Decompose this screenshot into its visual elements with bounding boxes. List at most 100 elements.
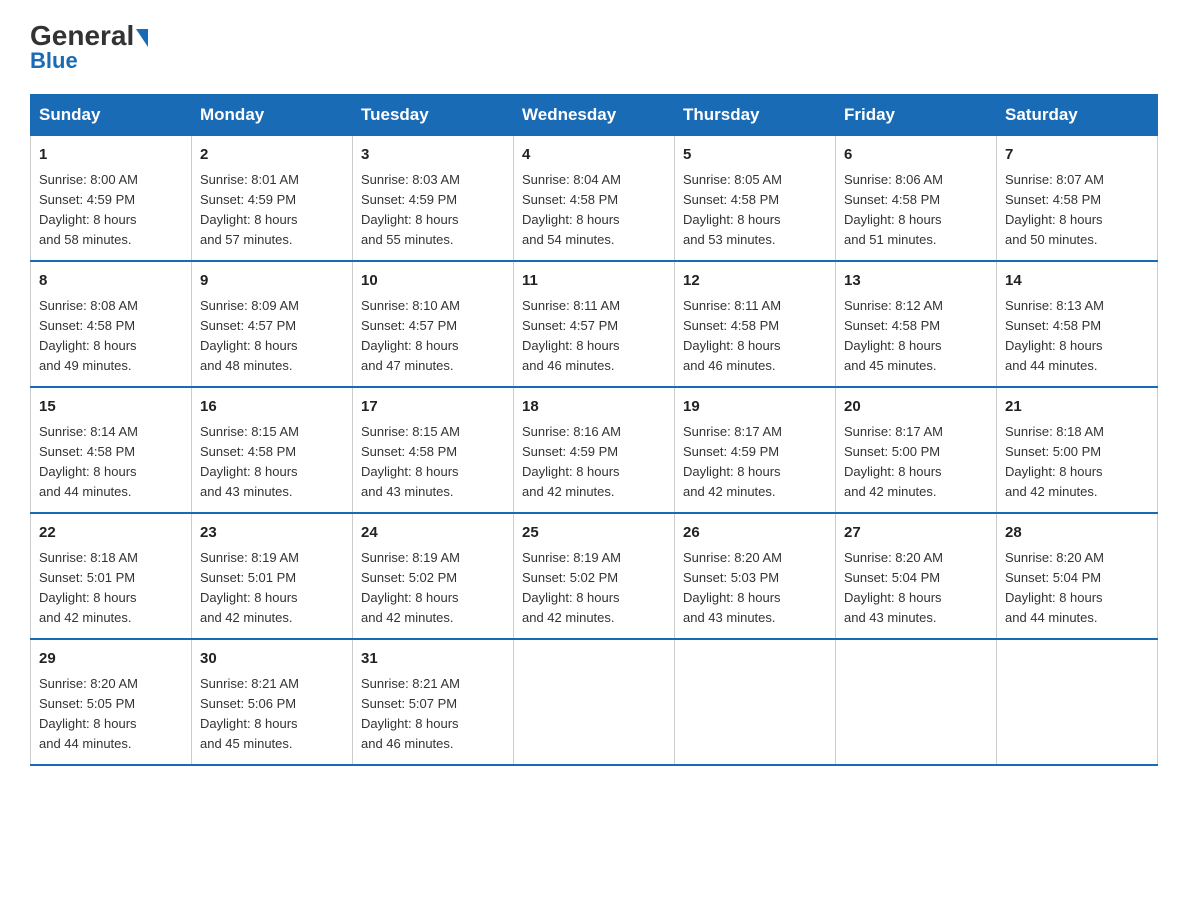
day-number: 22 xyxy=(39,522,183,545)
day-info: Sunrise: 8:00 AMSunset: 4:59 PMDaylight:… xyxy=(39,170,183,251)
day-number: 21 xyxy=(1005,396,1149,419)
day-info: Sunrise: 8:10 AMSunset: 4:57 PMDaylight:… xyxy=(361,296,505,377)
header-tuesday: Tuesday xyxy=(353,95,514,136)
day-cell: 28 Sunrise: 8:20 AMSunset: 5:04 PMDaylig… xyxy=(997,513,1158,639)
day-number: 16 xyxy=(200,396,344,419)
day-number: 15 xyxy=(39,396,183,419)
week-row-4: 22 Sunrise: 8:18 AMSunset: 5:01 PMDaylig… xyxy=(31,513,1158,639)
day-cell: 30 Sunrise: 8:21 AMSunset: 5:06 PMDaylig… xyxy=(192,639,353,765)
header-thursday: Thursday xyxy=(675,95,836,136)
day-number: 20 xyxy=(844,396,988,419)
header-wednesday: Wednesday xyxy=(514,95,675,136)
day-number: 29 xyxy=(39,648,183,671)
day-number: 9 xyxy=(200,270,344,293)
day-number: 24 xyxy=(361,522,505,545)
week-row-5: 29 Sunrise: 8:20 AMSunset: 5:05 PMDaylig… xyxy=(31,639,1158,765)
day-cell: 9 Sunrise: 8:09 AMSunset: 4:57 PMDayligh… xyxy=(192,261,353,387)
day-info: Sunrise: 8:21 AMSunset: 5:07 PMDaylight:… xyxy=(361,674,505,755)
day-cell: 17 Sunrise: 8:15 AMSunset: 4:58 PMDaylig… xyxy=(353,387,514,513)
day-info: Sunrise: 8:05 AMSunset: 4:58 PMDaylight:… xyxy=(683,170,827,251)
day-info: Sunrise: 8:20 AMSunset: 5:05 PMDaylight:… xyxy=(39,674,183,755)
day-cell: 2 Sunrise: 8:01 AMSunset: 4:59 PMDayligh… xyxy=(192,136,353,262)
calendar-table: SundayMondayTuesdayWednesdayThursdayFrid… xyxy=(30,94,1158,766)
day-cell: 5 Sunrise: 8:05 AMSunset: 4:58 PMDayligh… xyxy=(675,136,836,262)
day-number: 5 xyxy=(683,144,827,167)
day-number: 18 xyxy=(522,396,666,419)
week-row-3: 15 Sunrise: 8:14 AMSunset: 4:58 PMDaylig… xyxy=(31,387,1158,513)
day-cell: 6 Sunrise: 8:06 AMSunset: 4:58 PMDayligh… xyxy=(836,136,997,262)
day-info: Sunrise: 8:18 AMSunset: 5:01 PMDaylight:… xyxy=(39,548,183,629)
day-cell: 4 Sunrise: 8:04 AMSunset: 4:58 PMDayligh… xyxy=(514,136,675,262)
calendar-header-row: SundayMondayTuesdayWednesdayThursdayFrid… xyxy=(31,95,1158,136)
day-info: Sunrise: 8:19 AMSunset: 5:02 PMDaylight:… xyxy=(361,548,505,629)
day-info: Sunrise: 8:20 AMSunset: 5:03 PMDaylight:… xyxy=(683,548,827,629)
day-cell: 1 Sunrise: 8:00 AMSunset: 4:59 PMDayligh… xyxy=(31,136,192,262)
day-info: Sunrise: 8:11 AMSunset: 4:57 PMDaylight:… xyxy=(522,296,666,377)
day-number: 12 xyxy=(683,270,827,293)
day-info: Sunrise: 8:19 AMSunset: 5:02 PMDaylight:… xyxy=(522,548,666,629)
day-cell: 19 Sunrise: 8:17 AMSunset: 4:59 PMDaylig… xyxy=(675,387,836,513)
day-cell: 26 Sunrise: 8:20 AMSunset: 5:03 PMDaylig… xyxy=(675,513,836,639)
day-cell: 18 Sunrise: 8:16 AMSunset: 4:59 PMDaylig… xyxy=(514,387,675,513)
day-info: Sunrise: 8:17 AMSunset: 4:59 PMDaylight:… xyxy=(683,422,827,503)
day-info: Sunrise: 8:15 AMSunset: 4:58 PMDaylight:… xyxy=(200,422,344,503)
day-cell: 12 Sunrise: 8:11 AMSunset: 4:58 PMDaylig… xyxy=(675,261,836,387)
header-saturday: Saturday xyxy=(997,95,1158,136)
day-number: 23 xyxy=(200,522,344,545)
day-number: 31 xyxy=(361,648,505,671)
day-number: 11 xyxy=(522,270,666,293)
day-number: 7 xyxy=(1005,144,1149,167)
day-info: Sunrise: 8:15 AMSunset: 4:58 PMDaylight:… xyxy=(361,422,505,503)
day-cell: 24 Sunrise: 8:19 AMSunset: 5:02 PMDaylig… xyxy=(353,513,514,639)
day-number: 19 xyxy=(683,396,827,419)
day-number: 4 xyxy=(522,144,666,167)
day-cell: 13 Sunrise: 8:12 AMSunset: 4:58 PMDaylig… xyxy=(836,261,997,387)
day-cell: 31 Sunrise: 8:21 AMSunset: 5:07 PMDaylig… xyxy=(353,639,514,765)
day-number: 25 xyxy=(522,522,666,545)
day-info: Sunrise: 8:21 AMSunset: 5:06 PMDaylight:… xyxy=(200,674,344,755)
page-header: General Blue xyxy=(30,20,1158,74)
day-info: Sunrise: 8:07 AMSunset: 4:58 PMDaylight:… xyxy=(1005,170,1149,251)
day-number: 13 xyxy=(844,270,988,293)
day-info: Sunrise: 8:19 AMSunset: 5:01 PMDaylight:… xyxy=(200,548,344,629)
day-cell xyxy=(675,639,836,765)
day-info: Sunrise: 8:01 AMSunset: 4:59 PMDaylight:… xyxy=(200,170,344,251)
header-friday: Friday xyxy=(836,95,997,136)
day-cell: 8 Sunrise: 8:08 AMSunset: 4:58 PMDayligh… xyxy=(31,261,192,387)
day-info: Sunrise: 8:03 AMSunset: 4:59 PMDaylight:… xyxy=(361,170,505,251)
day-number: 6 xyxy=(844,144,988,167)
day-info: Sunrise: 8:06 AMSunset: 4:58 PMDaylight:… xyxy=(844,170,988,251)
day-cell: 20 Sunrise: 8:17 AMSunset: 5:00 PMDaylig… xyxy=(836,387,997,513)
day-info: Sunrise: 8:11 AMSunset: 4:58 PMDaylight:… xyxy=(683,296,827,377)
day-cell xyxy=(997,639,1158,765)
week-row-2: 8 Sunrise: 8:08 AMSunset: 4:58 PMDayligh… xyxy=(31,261,1158,387)
day-cell: 7 Sunrise: 8:07 AMSunset: 4:58 PMDayligh… xyxy=(997,136,1158,262)
day-info: Sunrise: 8:20 AMSunset: 5:04 PMDaylight:… xyxy=(1005,548,1149,629)
week-row-1: 1 Sunrise: 8:00 AMSunset: 4:59 PMDayligh… xyxy=(31,136,1158,262)
day-info: Sunrise: 8:17 AMSunset: 5:00 PMDaylight:… xyxy=(844,422,988,503)
day-cell: 15 Sunrise: 8:14 AMSunset: 4:58 PMDaylig… xyxy=(31,387,192,513)
day-info: Sunrise: 8:09 AMSunset: 4:57 PMDaylight:… xyxy=(200,296,344,377)
day-number: 8 xyxy=(39,270,183,293)
day-number: 27 xyxy=(844,522,988,545)
day-cell: 25 Sunrise: 8:19 AMSunset: 5:02 PMDaylig… xyxy=(514,513,675,639)
header-monday: Monday xyxy=(192,95,353,136)
day-info: Sunrise: 8:13 AMSunset: 4:58 PMDaylight:… xyxy=(1005,296,1149,377)
day-cell: 14 Sunrise: 8:13 AMSunset: 4:58 PMDaylig… xyxy=(997,261,1158,387)
day-info: Sunrise: 8:18 AMSunset: 5:00 PMDaylight:… xyxy=(1005,422,1149,503)
logo-blue-text: Blue xyxy=(30,48,78,74)
day-cell: 27 Sunrise: 8:20 AMSunset: 5:04 PMDaylig… xyxy=(836,513,997,639)
day-info: Sunrise: 8:14 AMSunset: 4:58 PMDaylight:… xyxy=(39,422,183,503)
day-number: 14 xyxy=(1005,270,1149,293)
day-cell: 29 Sunrise: 8:20 AMSunset: 5:05 PMDaylig… xyxy=(31,639,192,765)
day-info: Sunrise: 8:04 AMSunset: 4:58 PMDaylight:… xyxy=(522,170,666,251)
day-number: 26 xyxy=(683,522,827,545)
day-cell: 16 Sunrise: 8:15 AMSunset: 4:58 PMDaylig… xyxy=(192,387,353,513)
day-number: 2 xyxy=(200,144,344,167)
day-cell: 3 Sunrise: 8:03 AMSunset: 4:59 PMDayligh… xyxy=(353,136,514,262)
day-info: Sunrise: 8:08 AMSunset: 4:58 PMDaylight:… xyxy=(39,296,183,377)
logo-triangle-icon xyxy=(136,29,148,47)
day-info: Sunrise: 8:20 AMSunset: 5:04 PMDaylight:… xyxy=(844,548,988,629)
day-info: Sunrise: 8:12 AMSunset: 4:58 PMDaylight:… xyxy=(844,296,988,377)
day-cell: 10 Sunrise: 8:10 AMSunset: 4:57 PMDaylig… xyxy=(353,261,514,387)
